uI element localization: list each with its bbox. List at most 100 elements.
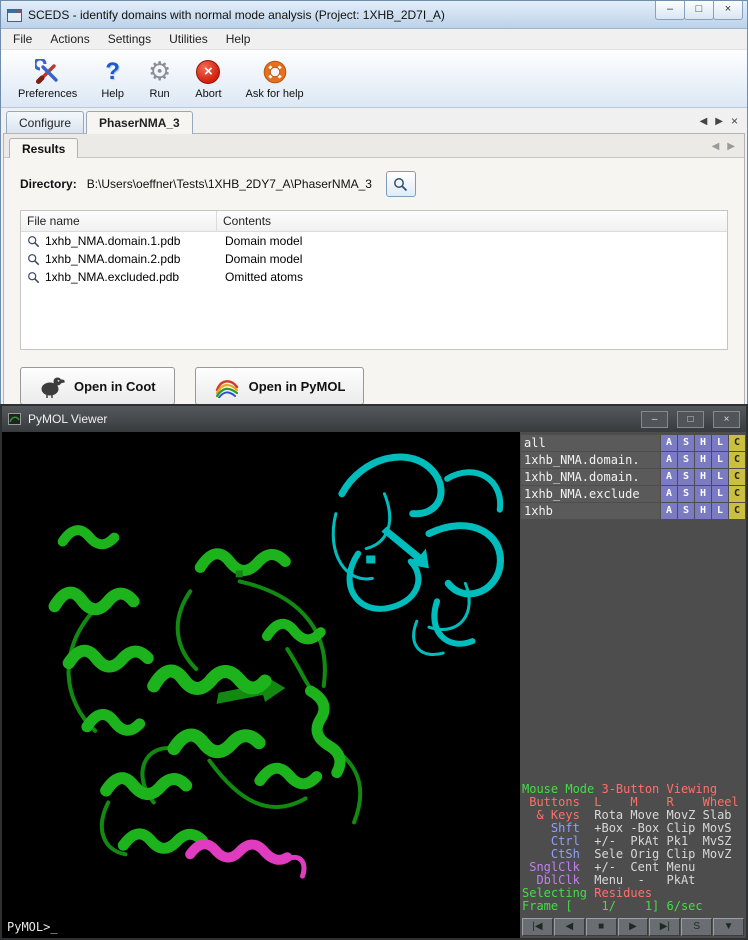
tab-results[interactable]: Results bbox=[9, 138, 78, 158]
file-name: 1xhb_NMA.domain.2.pdb bbox=[45, 252, 180, 266]
open-in-pymol-label: Open in PyMOL bbox=[249, 379, 346, 394]
label-menu-button[interactable]: L bbox=[712, 469, 728, 485]
magnifier-icon bbox=[27, 235, 40, 248]
magnifier-icon bbox=[393, 177, 408, 192]
tab-phasernma[interactable]: PhaserNMA_3 bbox=[86, 111, 193, 134]
pymol-3d-viewport[interactable] bbox=[2, 432, 520, 916]
menu-item[interactable]: Settings bbox=[100, 30, 159, 48]
ask-for-help-button[interactable]: Ask for help bbox=[239, 55, 311, 103]
color-menu-button[interactable]: C bbox=[729, 452, 745, 468]
object-name[interactable]: 1xhb bbox=[521, 503, 660, 519]
action-menu-button[interactable]: A bbox=[661, 452, 677, 468]
playback-button[interactable]: ■ bbox=[586, 918, 617, 936]
help-button[interactable]: ? Help bbox=[94, 55, 131, 103]
hide-menu-button[interactable]: H bbox=[695, 435, 711, 451]
action-menu-button[interactable]: A bbox=[661, 486, 677, 502]
magnifier-icon bbox=[27, 271, 40, 284]
label-menu-button[interactable]: L bbox=[712, 503, 728, 519]
column-header-file-name[interactable]: File name bbox=[21, 211, 217, 231]
playback-button[interactable]: ◀ bbox=[554, 918, 585, 936]
label-menu-button[interactable]: L bbox=[712, 435, 728, 451]
app-titlebar[interactable]: SCEDS - identify domains with normal mod… bbox=[1, 1, 747, 29]
hide-menu-button[interactable]: H bbox=[695, 486, 711, 502]
object-name[interactable]: 1xhb_NMA.domain. bbox=[521, 469, 660, 485]
object-list: all A S H L C 1xhb_NMA.domain. A S H L bbox=[520, 435, 746, 520]
tab-navigation: ◀ ▶ × bbox=[700, 114, 742, 133]
table-row[interactable]: 1xhb_NMA.domain.2.pdb Domain model bbox=[21, 250, 727, 268]
playback-button[interactable]: S bbox=[681, 918, 712, 936]
action-menu-button[interactable]: A bbox=[661, 469, 677, 485]
protein-ribbon-drawing bbox=[2, 432, 520, 916]
subtab-scroll-right-icon[interactable]: ▶ bbox=[727, 141, 735, 152]
file-contents: Omitted atoms bbox=[217, 270, 311, 284]
hide-menu-button[interactable]: H bbox=[695, 469, 711, 485]
magnifier-icon bbox=[27, 253, 40, 266]
object-name[interactable]: 1xhb_NMA.exclude bbox=[521, 486, 660, 502]
tab-scroll-left-icon[interactable]: ◀ bbox=[700, 116, 708, 127]
menu-item[interactable]: File bbox=[5, 30, 40, 48]
tools-icon bbox=[35, 58, 61, 86]
hide-menu-button[interactable]: H bbox=[695, 503, 711, 519]
color-menu-button[interactable]: C bbox=[729, 435, 745, 451]
column-header-contents[interactable]: Contents bbox=[217, 211, 277, 231]
pymol-window-icon bbox=[8, 413, 21, 425]
minimize-button[interactable]: – bbox=[655, 1, 685, 20]
show-menu-button[interactable]: S bbox=[678, 435, 694, 451]
show-menu-button[interactable]: S bbox=[678, 503, 694, 519]
run-button[interactable]: ⚙ Run bbox=[141, 55, 178, 103]
open-in-pymol-button[interactable]: Open in PyMOL bbox=[195, 367, 365, 405]
toolbar-label: Abort bbox=[195, 88, 221, 100]
hide-menu-button[interactable]: H bbox=[695, 452, 711, 468]
table-row[interactable]: 1xhb_NMA.excluded.pdb Omitted atoms bbox=[21, 268, 727, 286]
playback-controls: |◀◀■▶▶|S▼ bbox=[520, 916, 746, 938]
object-row: all A S H L C bbox=[521, 435, 745, 451]
preferences-button[interactable]: Preferences bbox=[11, 55, 84, 103]
label-menu-button[interactable]: L bbox=[712, 486, 728, 502]
maximize-button[interactable]: □ bbox=[684, 1, 714, 20]
pymol-titlebar[interactable]: PyMOL Viewer – □ × bbox=[2, 406, 746, 432]
open-in-coot-button[interactable]: Open in Coot bbox=[20, 367, 175, 405]
tab-scroll-right-icon[interactable]: ▶ bbox=[715, 116, 723, 127]
pymol-window-title: PyMOL Viewer bbox=[28, 412, 632, 426]
pymol-command-line[interactable]: PyMOL>_ bbox=[2, 916, 520, 938]
abort-button[interactable]: × Abort bbox=[188, 55, 228, 103]
show-menu-button[interactable]: S bbox=[678, 452, 694, 468]
menu-item[interactable]: Help bbox=[218, 30, 259, 48]
file-name: 1xhb_NMA.domain.1.pdb bbox=[45, 234, 180, 248]
color-menu-button[interactable]: C bbox=[729, 503, 745, 519]
action-menu-button[interactable]: A bbox=[661, 503, 677, 519]
toolbar-label: Ask for help bbox=[246, 88, 304, 100]
table-row[interactable]: 1xhb_NMA.domain.1.pdb Domain model bbox=[21, 232, 727, 250]
pymol-close-button[interactable]: × bbox=[713, 411, 740, 428]
color-menu-button[interactable]: C bbox=[729, 469, 745, 485]
label-menu-button[interactable]: L bbox=[712, 452, 728, 468]
subtab-scroll-left-icon[interactable]: ◀ bbox=[712, 141, 720, 152]
playback-button[interactable]: ▶| bbox=[649, 918, 680, 936]
color-menu-button[interactable]: C bbox=[729, 486, 745, 502]
playback-button[interactable]: ▼ bbox=[713, 918, 744, 936]
show-menu-button[interactable]: S bbox=[678, 469, 694, 485]
object-name[interactable]: all bbox=[521, 435, 660, 451]
pymol-maximize-button[interactable]: □ bbox=[677, 411, 704, 428]
question-icon: ? bbox=[105, 58, 120, 86]
mouse-mode-matrix: Mouse Mode 3-Button Viewing Buttons L M … bbox=[520, 783, 746, 916]
file-table-header: File name Contents bbox=[21, 211, 727, 232]
tab-strip: Configure PhaserNMA_3 ◀ ▶ × bbox=[1, 108, 747, 133]
close-button[interactable]: × bbox=[713, 1, 743, 20]
browse-button[interactable] bbox=[386, 171, 416, 197]
object-name[interactable]: 1xhb_NMA.domain. bbox=[521, 452, 660, 468]
window-controls: – □ × bbox=[656, 1, 743, 20]
show-menu-button[interactable]: S bbox=[678, 486, 694, 502]
menu-item[interactable]: Actions bbox=[42, 30, 97, 48]
menu-item[interactable]: Utilities bbox=[161, 30, 216, 48]
tab-configure[interactable]: Configure bbox=[6, 111, 84, 133]
app-icon bbox=[7, 9, 22, 22]
tab-close-icon[interactable]: × bbox=[731, 114, 738, 128]
action-buttons: Open in Coot Open in PyMOL bbox=[20, 367, 728, 405]
playback-button[interactable]: ▶ bbox=[618, 918, 649, 936]
pymol-minimize-button[interactable]: – bbox=[641, 411, 668, 428]
file-name: 1xhb_NMA.excluded.pdb bbox=[45, 270, 179, 284]
action-menu-button[interactable]: A bbox=[661, 435, 677, 451]
results-content: Directory: B:\Users\oeffner\Tests\1XHB_2… bbox=[4, 158, 744, 408]
playback-button[interactable]: |◀ bbox=[522, 918, 553, 936]
